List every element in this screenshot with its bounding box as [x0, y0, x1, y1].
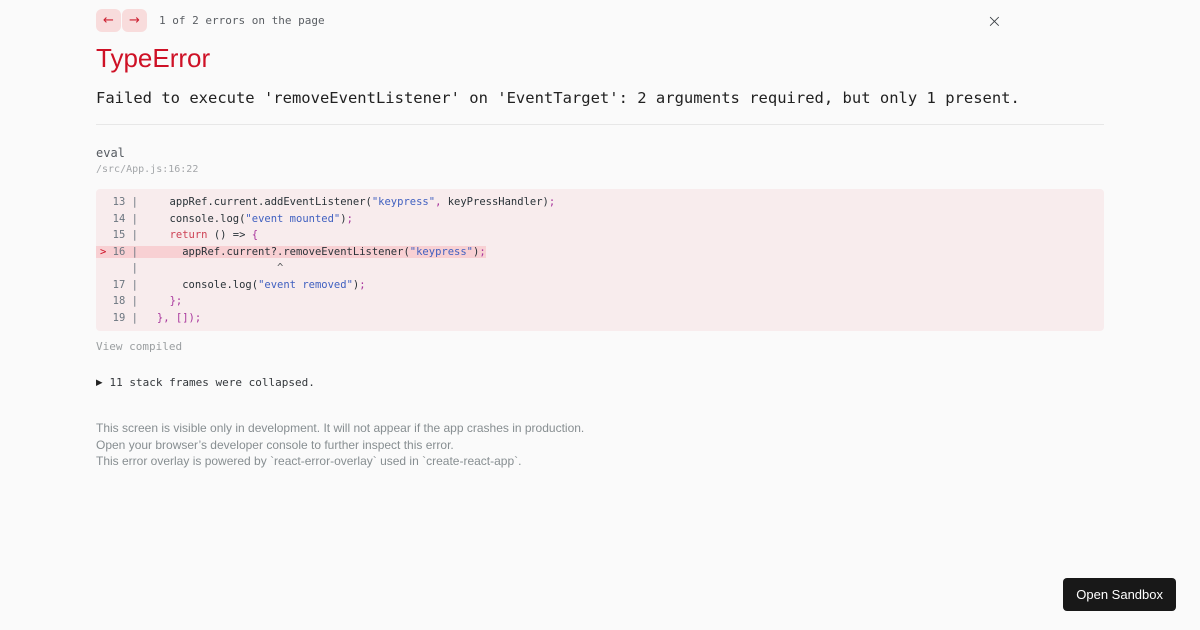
close-icon: × [986, 11, 1002, 32]
error-type-title: TypeError [96, 43, 211, 73]
stack-frames-toggle[interactable]: ▶ 11 stack frames were collapsed. [96, 376, 1104, 389]
error-counter: 1 of 2 errors on the page [159, 13, 325, 27]
code-line: 13 | appRef.current.addEventListener("ke… [100, 196, 556, 208]
code-line: | ^ [100, 262, 284, 274]
highlighted-code-line: > 16 | appRef.current?.removeEventListen… [96, 245, 486, 258]
stack-frame-function: eval [96, 146, 125, 160]
stack-frames-label: 11 stack frames were collapsed. [109, 376, 315, 389]
view-compiled-link[interactable]: View compiled [96, 340, 1104, 353]
footer-note-development: This screen is visible only in developme… [96, 421, 585, 435]
code-line: 18 | }; [100, 295, 183, 307]
stack-frame-location: /src/App.js:16:22 [96, 164, 199, 175]
collapse-triangle-icon: ▶ [96, 378, 103, 388]
code-line: 17 | console.log("event removed"); [100, 278, 366, 291]
footer-note-overlay: This error overlay is powered by `react-… [96, 454, 522, 468]
code-line: > 16 | appRef.current?.removeEventListen… [96, 244, 1096, 261]
footer-note-console: Open your browser’s developer console to… [96, 437, 454, 452]
close-button[interactable]: × [987, 13, 1002, 31]
left-arrow-icon: ← [103, 12, 114, 28]
code-line: 19 | }, []); [100, 311, 202, 324]
next-error-button[interactable]: → [122, 8, 147, 32]
divider [96, 124, 1104, 125]
right-arrow-icon: → [129, 12, 140, 28]
error-overlay: ← → 1 of 2 errors on the page × TypeErro… [96, 0, 1104, 470]
code-frame: 13 | appRef.current.addEventListener("ke… [96, 189, 1104, 331]
footer-notes: This screen is visible only in developme… [96, 420, 1104, 470]
previous-error-button[interactable]: ← [96, 8, 121, 32]
error-navigation: ← → 1 of 2 errors on the page [96, 8, 1104, 32]
code-line: 14 | console.log("event mounted"); [100, 212, 353, 225]
code-line: 15 | return () => { [100, 229, 259, 241]
error-message: Failed to execute 'removeEventListener' … [96, 89, 1020, 107]
open-sandbox-button[interactable]: Open Sandbox [1063, 578, 1176, 611]
